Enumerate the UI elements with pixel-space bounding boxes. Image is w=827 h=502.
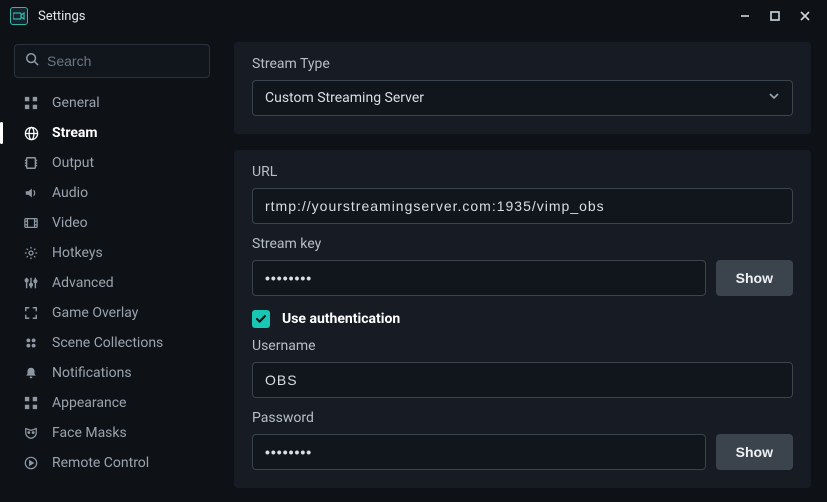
use-auth-row[interactable]: Use authentication [252, 310, 793, 328]
sidebar-item-label: Remote Control [52, 455, 149, 471]
stream-type-select[interactable]: Custom Streaming Server [252, 80, 793, 116]
sidebar-item-stream[interactable]: Stream [8, 118, 216, 148]
grid-icon [22, 94, 40, 112]
nav-list: General Stream Output Audio Video Hotkey… [8, 88, 216, 478]
gear-icon [22, 244, 40, 262]
sidebar-item-video[interactable]: Video [8, 208, 216, 238]
app-icon [10, 7, 28, 25]
sidebar-item-label: Video [52, 215, 88, 231]
close-button[interactable] [793, 4, 817, 28]
expand-icon [22, 304, 40, 322]
stream-key-input-wrap[interactable] [252, 260, 706, 296]
sidebar-item-label: Stream [52, 125, 98, 141]
sidebar-item-advanced[interactable]: Advanced [8, 268, 216, 298]
sidebar-item-label: Output [52, 155, 94, 171]
search-input[interactable] [47, 53, 199, 69]
sidebar-item-general[interactable]: General [8, 88, 216, 118]
username-label: Username [252, 338, 793, 354]
sidebar-item-output[interactable]: Output [8, 148, 216, 178]
show-password-button[interactable]: Show [716, 434, 793, 470]
sidebar-item-notifications[interactable]: Notifications [8, 358, 216, 388]
username-input[interactable] [265, 372, 780, 388]
scenes-icon [22, 334, 40, 352]
appearance-icon [22, 394, 40, 412]
sidebar-item-remote-control[interactable]: Remote Control [8, 448, 216, 478]
sidebar: General Stream Output Audio Video Hotkey… [0, 32, 224, 502]
sidebar-item-face-masks[interactable]: Face Masks [8, 418, 216, 448]
sidebar-item-label: Face Masks [52, 425, 127, 441]
film-icon [22, 214, 40, 232]
password-input[interactable] [265, 444, 693, 460]
sidebar-item-label: Notifications [52, 365, 132, 381]
maximize-button[interactable] [763, 4, 787, 28]
sidebar-item-game-overlay[interactable]: Game Overlay [8, 298, 216, 328]
sidebar-item-scene-collections[interactable]: Scene Collections [8, 328, 216, 358]
sliders-icon [22, 274, 40, 292]
sidebar-item-hotkeys[interactable]: Hotkeys [8, 238, 216, 268]
window-title: Settings [38, 9, 85, 24]
stream-key-input[interactable] [265, 270, 693, 286]
bell-icon [22, 364, 40, 382]
sidebar-item-appearance[interactable]: Appearance [8, 388, 216, 418]
play-circle-icon [22, 454, 40, 472]
main-panel: Stream Type Custom Streaming Server URL … [224, 32, 827, 502]
globe-icon [22, 124, 40, 142]
stream-type-label: Stream Type [252, 56, 793, 72]
sidebar-item-label: Game Overlay [52, 305, 138, 321]
search-box[interactable] [14, 44, 210, 78]
sidebar-item-label: Appearance [52, 395, 126, 411]
minimize-button[interactable] [733, 4, 757, 28]
url-input-wrap[interactable] [252, 188, 793, 224]
stream-settings-card: URL Stream key Show Use authentication U… [234, 150, 811, 488]
sidebar-item-label: Hotkeys [52, 245, 103, 261]
search-icon [25, 52, 39, 70]
speaker-icon [22, 184, 40, 202]
url-input[interactable] [265, 198, 780, 214]
stream-type-card: Stream Type Custom Streaming Server [234, 42, 811, 134]
stream-type-value: Custom Streaming Server [265, 90, 424, 106]
use-auth-label: Use authentication [282, 311, 400, 327]
chevron-down-icon [768, 90, 780, 106]
sidebar-item-label: Advanced [52, 275, 114, 291]
sidebar-item-label: Scene Collections [52, 335, 163, 351]
sidebar-item-label: General [52, 95, 100, 111]
url-label: URL [252, 164, 793, 180]
use-auth-checkbox[interactable] [252, 310, 270, 328]
show-stream-key-button[interactable]: Show [716, 260, 793, 296]
sidebar-item-label: Audio [52, 185, 88, 201]
password-input-wrap[interactable] [252, 434, 706, 470]
username-input-wrap[interactable] [252, 362, 793, 398]
mask-icon [22, 424, 40, 442]
output-icon [22, 154, 40, 172]
sidebar-item-audio[interactable]: Audio [8, 178, 216, 208]
stream-key-label: Stream key [252, 236, 793, 252]
password-label: Password [252, 410, 793, 426]
titlebar: Settings [0, 0, 827, 32]
